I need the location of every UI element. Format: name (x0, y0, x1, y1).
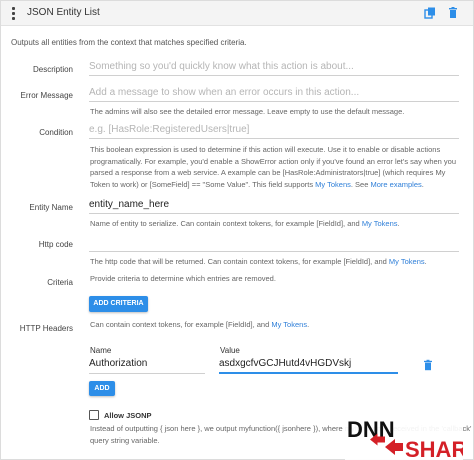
http-headers-help-text: . (307, 320, 310, 329)
condition-help-line: programatically. For example, you'd enab… (90, 156, 457, 166)
action-panel: JSON Entity List Outputs all entities fr… (0, 0, 474, 460)
error-message-label: Error Message (20, 91, 73, 100)
allow-jsonp-label[interactable]: Allow JSONP (104, 411, 152, 420)
description-input[interactable]: Something so you'd quickly know what thi… (89, 59, 459, 76)
http-headers-help: Can contain context tokens, for example … (90, 319, 309, 331)
my-tokens-link[interactable]: My Tokens (315, 180, 351, 189)
condition-help-text: Token to work) or [SomeField] == "Some V… (90, 179, 316, 189)
my-tokens-link[interactable]: My Tokens (271, 320, 307, 329)
http-code-help-text: . (424, 257, 427, 266)
dnnsharp-logo: DNN SHARP (345, 417, 463, 460)
entity-name-help-text: . (397, 219, 400, 228)
http-headers-label: HTTP Headers (19, 324, 73, 333)
condition-label: Condition (39, 128, 73, 137)
allow-jsonp-checkbox[interactable] (89, 410, 99, 420)
delete-action-icon[interactable] (446, 6, 460, 20)
description-label: Description (32, 65, 73, 74)
logo-text-dnn: DNN (347, 417, 395, 442)
header-name-input[interactable]: Authorization (89, 358, 205, 374)
http-headers-help-text: Can contain context tokens, for example … (90, 320, 272, 329)
panel-title: JSON Entity List (27, 7, 100, 18)
criteria-help: Provide criteria to determine which entr… (90, 274, 276, 283)
entity-name-label: Entity Name (29, 203, 73, 212)
entity-name-input[interactable]: entity_name_here (89, 197, 459, 214)
add-header-button[interactable]: ADD (89, 381, 115, 396)
header-value-input[interactable]: asdxgcfvGCJHutd4vHGDVskj (219, 358, 398, 374)
condition-help-line: parsed a response from a web service. A … (90, 168, 446, 177)
logo-text-sharp: SHARP (405, 437, 463, 460)
delete-header-icon[interactable] (422, 359, 434, 371)
header-name-column-label: Name (90, 346, 112, 355)
panel-header: JSON Entity List (1, 1, 473, 26)
add-criteria-button[interactable]: ADD CRITERIA (89, 296, 148, 312)
my-tokens-link[interactable]: My Tokens (362, 219, 398, 228)
condition-help-text: . (421, 179, 424, 189)
condition-help: This boolean expression is used to deter… (90, 144, 468, 190)
more-examples-link[interactable]: More examples (370, 180, 421, 189)
drag-handle-icon[interactable] (12, 7, 16, 20)
http-code-input[interactable] (89, 235, 459, 252)
entity-name-help: Name of entity to serialize. Can contain… (90, 218, 400, 230)
entity-name-help-text: Name of entity to serialize. Can contain… (90, 219, 362, 228)
my-tokens-link[interactable]: My Tokens (389, 257, 425, 266)
http-code-label: Http code (38, 240, 73, 249)
condition-help-line: Token to work) or [SomeField] == "Some V… (90, 179, 468, 191)
action-description: Outputs all entities from the context th… (11, 38, 247, 47)
condition-input[interactable]: e.g. [HasRole:RegisteredUsers|true] (89, 122, 459, 139)
error-message-help: The admins will also see the detailed er… (90, 107, 405, 116)
error-message-input[interactable]: Add a message to show when an error occu… (89, 85, 459, 102)
http-code-help: The http code that will be returned. Can… (90, 256, 427, 268)
condition-help-text: . See (350, 179, 371, 189)
header-value-column-label: Value (220, 346, 240, 355)
copy-icon[interactable] (423, 6, 437, 20)
criteria-label: Criteria (47, 278, 73, 287)
condition-help-line: This boolean expression is used to deter… (90, 145, 441, 154)
http-code-help-text: The http code that will be returned. Can… (90, 257, 389, 266)
